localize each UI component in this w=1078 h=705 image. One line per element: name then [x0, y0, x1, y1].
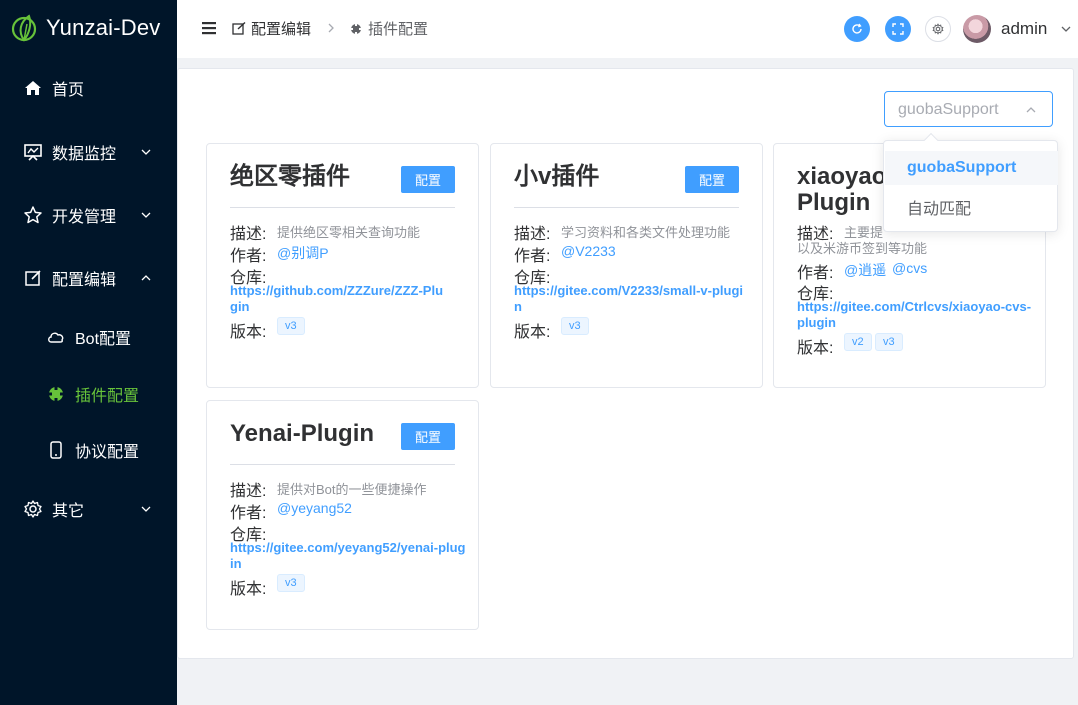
refresh-button[interactable] — [844, 16, 870, 42]
sidebar-item-label: 协议配置 — [75, 444, 140, 461]
plugin-name: Yenai-Plugin — [230, 420, 375, 447]
divider — [230, 207, 455, 208]
plugin-name-line: xiaoyao — [797, 163, 887, 190]
breadcrumb-item-plugin: 插件配置 — [349, 18, 428, 39]
app-title: Yunzai-Dev — [46, 15, 161, 40]
breadcrumb-label: 插件配置 — [368, 21, 429, 38]
sidebar-item-label: 其它 — [52, 503, 85, 520]
plugin-author-link[interactable]: @V2233 — [561, 243, 616, 259]
author-label: 作者: — [230, 248, 267, 265]
plugin-author-link[interactable]: @cvs — [892, 260, 927, 276]
sidebar-item-label: 配置编辑 — [52, 272, 117, 289]
plugin-desc: 以及米游币签到等功能 — [797, 241, 928, 256]
gear-icon — [24, 500, 42, 518]
app-logo[interactable]: Yunzai-Dev — [0, 0, 177, 56]
version-tag: v3 — [561, 317, 589, 335]
plugin-author-link[interactable]: @逍遥 — [844, 260, 886, 280]
sidebar-item-bot-config[interactable]: Bot配置 — [0, 317, 177, 357]
desc-label: 描述: — [230, 226, 267, 243]
desc-label: 描述: — [230, 483, 267, 500]
dropdown-option-guobasupport[interactable]: guobaSupport — [885, 151, 1058, 185]
plugin-repo-link[interactable]: https://gitee.com/Ctrlcvs/xiaoyao-cvs-pl… — [797, 299, 1033, 331]
version-label: 版本: — [797, 340, 834, 357]
plugin-desc: 提供对Bot的一些便捷操作 — [277, 482, 427, 497]
divider — [230, 464, 455, 465]
sidebar-item-label: 插件配置 — [75, 388, 140, 405]
chevron-down-icon[interactable] — [1060, 23, 1072, 35]
fullscreen-icon — [892, 23, 904, 35]
plugin-icon — [349, 22, 363, 35]
config-button[interactable]: 配置 — [401, 166, 455, 193]
version-label: 版本: — [514, 324, 551, 341]
version-tag: v3 — [875, 333, 903, 351]
version-label: 版本: — [230, 324, 267, 341]
plugin-desc: 提供绝区零相关查询功能 — [277, 225, 421, 240]
sidebar-item-dev[interactable]: 开发管理 — [0, 195, 177, 235]
version-tag: v2 — [844, 333, 872, 351]
menu-fold-icon[interactable] — [201, 20, 217, 36]
leaf-logo-icon — [11, 14, 37, 42]
version-tag: v3 — [277, 317, 305, 335]
edit-icon — [232, 21, 246, 35]
dropdown-option-auto-match[interactable]: 自动匹配 — [885, 190, 1058, 224]
chevron-up-icon — [1026, 107, 1036, 113]
chevron-down-icon — [141, 149, 151, 155]
author-label: 作者: — [514, 248, 551, 265]
sidebar-item-home[interactable]: 首页 — [0, 68, 177, 108]
plugin-desc: 学习资料和各类文件处理功能 — [561, 225, 731, 240]
breadcrumb-label: 配置编辑 — [251, 21, 312, 38]
cloud-icon — [48, 332, 64, 343]
plugin-card: 绝区零插件 配置 描述: 提供绝区零相关查询功能 作者: @别调P 仓库: ht… — [206, 143, 479, 388]
sidebar-item-protocol-config[interactable]: 协议配置 — [0, 430, 177, 470]
home-icon — [25, 81, 41, 95]
select-dropdown: guobaSupport 自动匹配 — [883, 132, 1058, 232]
star-icon — [24, 206, 42, 224]
monitor-icon — [24, 144, 42, 161]
plugin-card: 小v插件 配置 描述: 学习资料和各类文件处理功能 作者: @V2233 仓库:… — [490, 143, 763, 388]
plugin-name-line: Plugin — [797, 189, 871, 216]
sidebar-item-label: Bot配置 — [75, 331, 132, 348]
version-label: 版本: — [230, 581, 267, 598]
config-button[interactable]: 配置 — [685, 166, 739, 193]
version-tag: v3 — [277, 574, 305, 592]
plugin-name: xiaoyao Plugin — [797, 164, 886, 216]
phone-icon — [50, 441, 62, 459]
chevron-up-icon — [141, 275, 151, 281]
sidebar-item-plugin-config[interactable]: 插件配置 — [0, 374, 177, 414]
chevron-down-icon — [141, 506, 151, 512]
plugin-author-link[interactable]: @yeyang52 — [277, 500, 352, 516]
refresh-icon — [852, 23, 862, 34]
edit-icon — [25, 270, 41, 286]
chevron-right-icon — [328, 23, 334, 33]
user-name[interactable]: admin — [1001, 19, 1047, 39]
select-value: guobaSupport — [898, 101, 999, 118]
plugin-name: 小v插件 — [514, 163, 600, 190]
sidebar-item-other[interactable]: 其它 — [0, 489, 177, 529]
fullscreen-button[interactable] — [885, 16, 911, 42]
plugin-repo-link[interactable]: https://gitee.com/V2233/small-v-plugin — [514, 283, 746, 315]
gear-icon — [932, 23, 944, 35]
top-header: 配置编辑 插件配置 admin — [177, 0, 1078, 58]
desc-label: 描述: — [514, 226, 551, 243]
plugin-icon — [47, 385, 65, 403]
divider — [514, 207, 739, 208]
chevron-down-icon — [141, 212, 151, 218]
plugin-author-link[interactable]: @别调P — [277, 243, 329, 263]
sidebar: Yunzai-Dev 首页 数据监控 开发管理 配置编辑 Bot配置 插件配置 … — [0, 0, 177, 705]
breadcrumb-item-config[interactable]: 配置编辑 — [232, 18, 311, 39]
author-label: 作者: — [230, 505, 267, 522]
plugin-repo-link[interactable]: https://github.com/ZZZure/ZZZ-Plugin — [230, 283, 450, 315]
settings-button[interactable] — [925, 16, 951, 42]
plugin-name: 绝区零插件 — [230, 163, 350, 190]
avatar[interactable] — [963, 15, 991, 43]
sidebar-item-monitor[interactable]: 数据监控 — [0, 132, 177, 172]
sidebar-item-label: 数据监控 — [52, 146, 117, 163]
sidebar-item-label: 开发管理 — [52, 209, 117, 226]
plugin-card: Yenai-Plugin 配置 描述: 提供对Bot的一些便捷操作 作者: @y… — [206, 400, 479, 630]
sidebar-item-config[interactable]: 配置编辑 — [0, 258, 177, 298]
sidebar-item-label: 首页 — [52, 82, 85, 99]
plugin-repo-link[interactable]: https://gitee.com/yeyang52/yenai-plugin — [230, 540, 466, 572]
plugin-filter-select[interactable]: guobaSupport — [884, 91, 1053, 127]
config-button[interactable]: 配置 — [401, 423, 455, 450]
